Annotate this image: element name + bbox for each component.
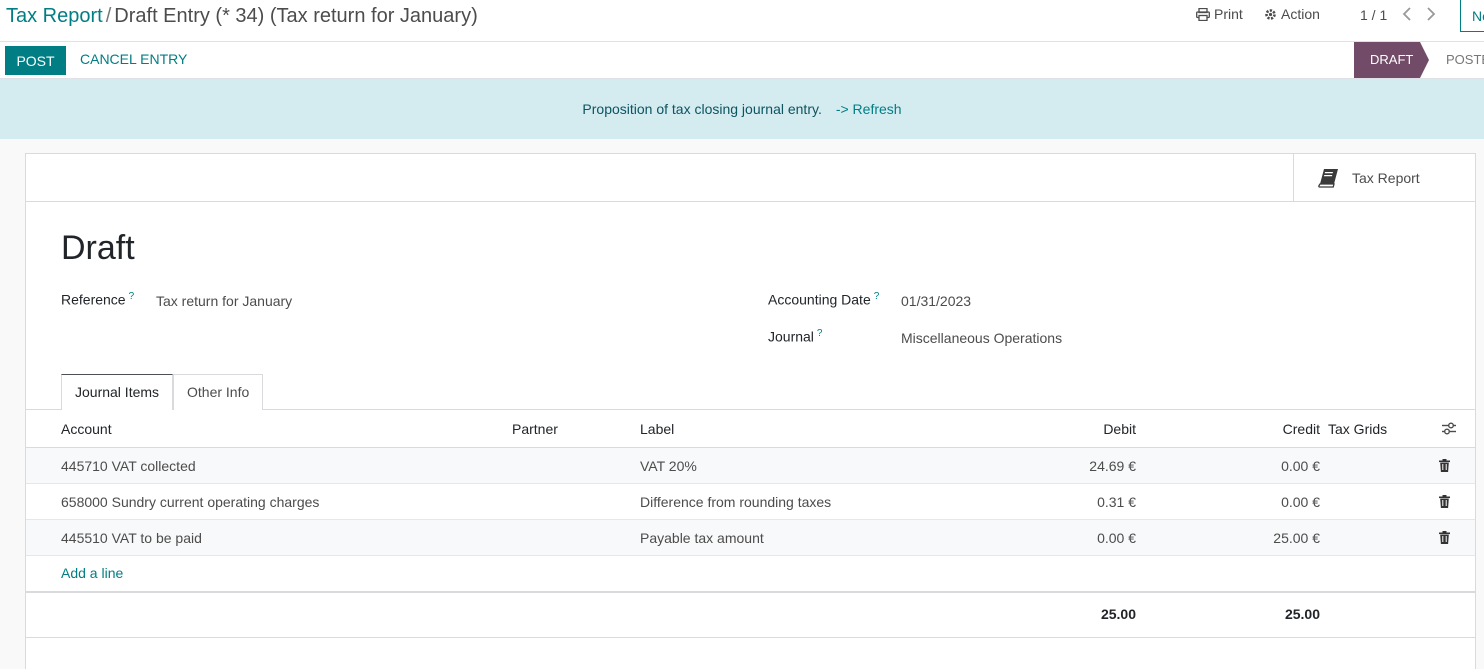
cell-label: Payable tax amount (640, 530, 764, 546)
reference-label: Reference? (61, 291, 135, 308)
column-partner[interactable]: Partner (512, 421, 558, 437)
table-header: Account Partner Label Debit Credit Tax G… (26, 410, 1475, 448)
breadcrumb-separator: / (105, 5, 112, 27)
table-row[interactable]: 445510 VAT to be paid Payable tax amount… (26, 520, 1475, 556)
delete-line-button[interactable] (1439, 459, 1450, 475)
cell-credit: 25.00 € (1273, 530, 1320, 546)
cell-debit: 24.69 € (1089, 458, 1136, 474)
action-label: Action (1281, 6, 1320, 22)
tab-other-info[interactable]: Other Info (173, 374, 264, 410)
table-row[interactable]: 445710 VAT collected VAT 20% 24.69 € 0.0… (26, 448, 1475, 484)
column-tax-grids[interactable]: Tax Grids (1328, 421, 1387, 437)
help-icon[interactable]: ? (129, 291, 135, 302)
form-sheet: Tax Report Draft Reference? Tax return f… (25, 153, 1476, 669)
pager-next-button[interactable] (1426, 6, 1436, 25)
add-line-link[interactable]: Add a line (61, 565, 123, 581)
button-box: Tax Report (26, 154, 1475, 202)
tax-report-label: Tax Report (1352, 170, 1420, 186)
breadcrumb-current: Draft Entry (* 34) (Tax return for Janua… (114, 5, 478, 27)
cell-debit: 0.00 € (1097, 530, 1136, 546)
gear-icon (1265, 8, 1276, 20)
chevron-right-icon (1427, 7, 1436, 21)
refresh-link[interactable]: -> Refresh (836, 101, 902, 117)
stage-posted[interactable]: POSTE (1446, 52, 1484, 67)
entry-title: Draft (61, 229, 135, 267)
cell-credit: 0.00 € (1281, 494, 1320, 510)
cell-credit: 0.00 € (1281, 458, 1320, 474)
cell-label: Difference from rounding taxes (640, 494, 832, 510)
optional-columns-toggle[interactable] (1442, 422, 1456, 438)
new-button[interactable]: Ne (1460, 0, 1484, 32)
breadcrumb-parent[interactable]: Tax Report (6, 5, 103, 27)
journal-label: Journal? (768, 328, 823, 345)
total-credit: 25.00 (1284, 606, 1320, 622)
accounting-date-field[interactable]: 01/31/2023 (901, 293, 971, 309)
cell-account: 445510 VAT to be paid (61, 530, 202, 546)
tax-report-smart-button[interactable]: Tax Report (1293, 154, 1475, 202)
breadcrumb: Tax Report / Draft Entry (* 34) (Tax retur… (6, 4, 478, 28)
printer-icon (1196, 7, 1210, 21)
column-debit[interactable]: Debit (1036, 421, 1136, 437)
notebook-tabs: Journal Items Other Info (26, 374, 1475, 411)
tab-journal-items[interactable]: Journal Items (61, 374, 174, 411)
print-button[interactable]: Print (1196, 6, 1243, 22)
table-footer-totals: 25.00 25.00 (26, 591, 1475, 638)
pager-value[interactable]: 1 / 1 (1360, 7, 1387, 23)
delete-line-button[interactable] (1439, 495, 1450, 511)
banner-message: Proposition of tax closing journal entry… (582, 101, 822, 117)
cell-label: VAT 20% (640, 458, 697, 474)
help-icon[interactable]: ? (874, 291, 880, 302)
print-label: Print (1214, 6, 1243, 22)
delete-line-button[interactable] (1439, 531, 1450, 547)
trash-icon (1439, 495, 1450, 508)
trash-icon (1439, 531, 1450, 544)
status-bar: POST CANCEL ENTRY DRAFT POSTE (0, 42, 1484, 79)
chevron-left-icon (1402, 7, 1411, 21)
table-row[interactable]: 658000 Sundry current operating charges … (26, 484, 1475, 520)
journal-field[interactable]: Miscellaneous Operations (901, 330, 1062, 346)
stage-draft[interactable]: DRAFT (1354, 42, 1429, 78)
tax-closing-banner: Proposition of tax closing journal entry… (0, 79, 1484, 139)
column-credit[interactable]: Credit (1220, 421, 1320, 437)
accounting-date-label: Accounting Date? (768, 291, 880, 308)
control-panel: Tax Report / Draft Entry (* 34) (Tax retur… (0, 0, 1484, 42)
cell-debit: 0.31 € (1097, 494, 1136, 510)
column-account[interactable]: Account (61, 421, 112, 437)
reference-field[interactable]: Tax return for January (156, 293, 292, 309)
cancel-entry-button[interactable]: CANCEL ENTRY (80, 51, 187, 67)
column-label[interactable]: Label (640, 421, 674, 437)
book-icon (1318, 169, 1338, 188)
help-icon[interactable]: ? (817, 328, 823, 339)
trash-icon (1439, 459, 1450, 472)
total-debit: 25.00 (1100, 606, 1136, 622)
action-button[interactable]: Action (1264, 6, 1320, 22)
post-button[interactable]: POST (5, 46, 66, 75)
cell-account: 445710 VAT collected (61, 458, 196, 474)
cell-account: 658000 Sundry current operating charges (61, 494, 320, 510)
pager-previous-button[interactable] (1402, 6, 1412, 25)
sliders-icon (1442, 422, 1456, 435)
